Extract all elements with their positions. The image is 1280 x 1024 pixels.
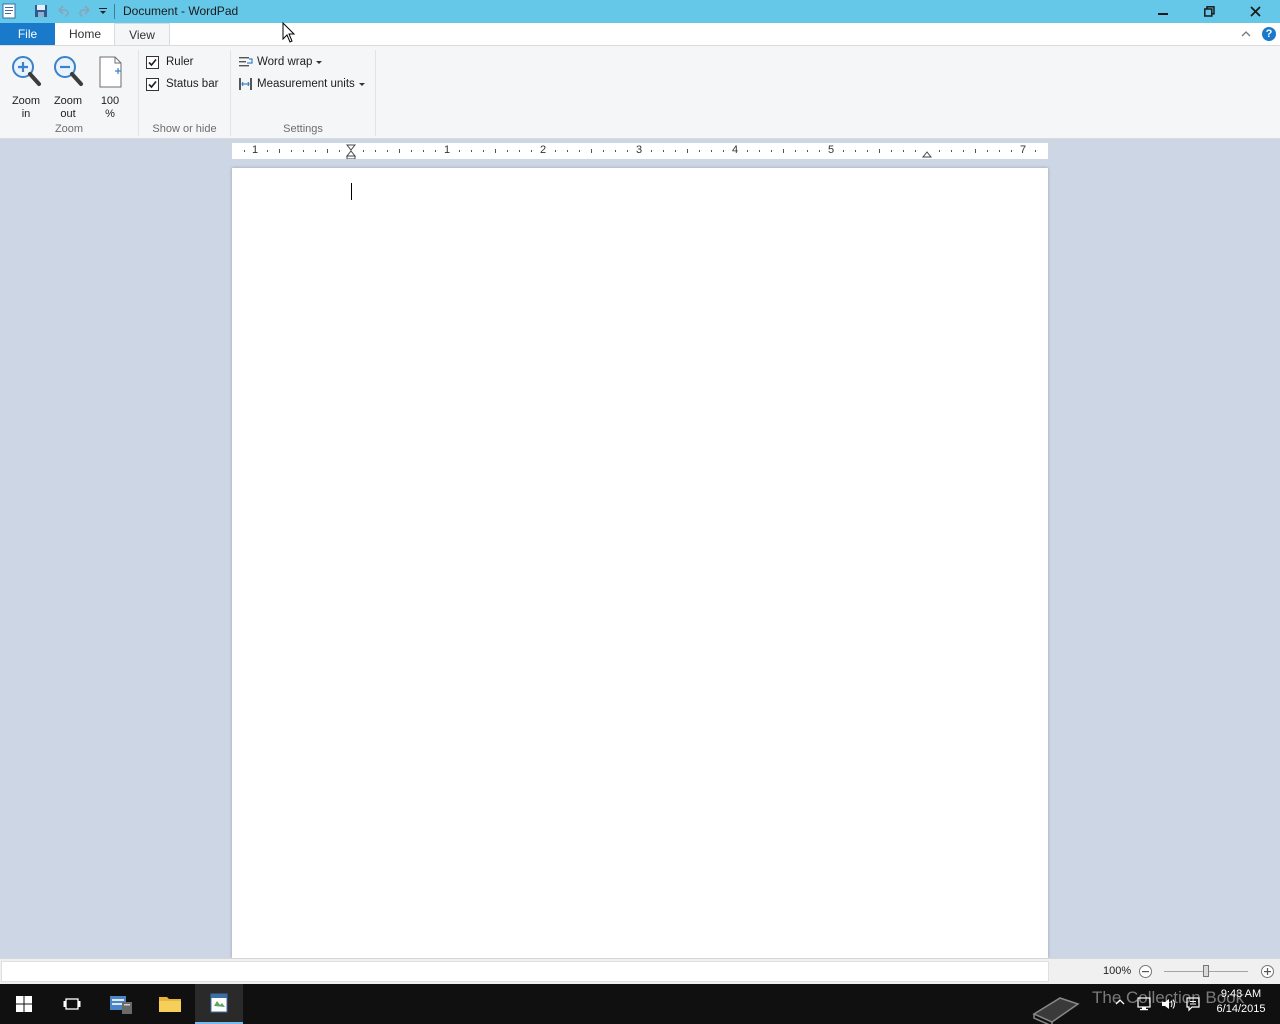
plus-icon (1264, 968, 1271, 975)
taskbar: The Collection Book 9:43 AM 6/14/2015 (0, 984, 1280, 1024)
tab-file[interactable]: File (0, 23, 55, 46)
zoom-in-button[interactable]: Zoom in (6, 52, 46, 120)
wordpad-taskbar-button[interactable] (195, 984, 243, 1024)
checkmark-icon (148, 80, 157, 88)
zoom-100-label-2: % (105, 108, 115, 120)
restore-button[interactable] (1186, 0, 1232, 22)
qat-separator (114, 4, 115, 19)
zoom-out-icon (54, 56, 83, 86)
measurement-units-dropdown[interactable]: Measurement units (238, 75, 365, 93)
ruler-check-box[interactable] (146, 55, 159, 69)
volume-icon[interactable] (1160, 996, 1176, 1012)
show-hide-group-label: Show or hide (152, 123, 217, 135)
zoom-in-label-2: in (21, 108, 31, 120)
ruler-number: 7 (1019, 144, 1027, 156)
zoom-level-text: 100% (1103, 965, 1132, 977)
minimize-icon (1158, 13, 1168, 15)
ribbon-tabs: File Home View ? (0, 23, 1280, 46)
folder-icon (159, 997, 181, 1012)
statusbar-label: Status bar (166, 78, 219, 90)
ruler-number: 1 (443, 144, 451, 156)
minimize-button[interactable] (1140, 0, 1186, 22)
server-manager-icon (110, 996, 132, 1014)
settings-group-label: Settings (283, 123, 323, 135)
zoom-group-label: Zoom (54, 123, 84, 135)
save-icon[interactable] (33, 3, 49, 19)
title-bar: Document - WordPad (0, 0, 1280, 23)
file-explorer-button[interactable] (146, 984, 194, 1024)
book-icon (1032, 997, 1080, 1024)
zoom-out-button[interactable]: Zoom out (48, 52, 88, 120)
chevron-down-icon (316, 60, 323, 64)
left-indent-marker (345, 144, 357, 159)
clock[interactable]: 9:43 AM 6/14/2015 (1214, 987, 1268, 1017)
word-wrap-label: Word wrap (257, 56, 313, 68)
customize-qat-icon[interactable] (95, 3, 111, 19)
zoom-slider-thumb[interactable] (1203, 965, 1209, 977)
help-icon[interactable]: ? (1262, 27, 1276, 41)
word-wrap-icon (239, 57, 253, 67)
ruler[interactable]: 1 1 2 3 4 5 7 (232, 143, 1048, 159)
zoom-in-status-button[interactable] (1261, 965, 1274, 978)
ruler-label: Ruler (166, 56, 194, 68)
status-text-area (1, 961, 1049, 982)
server-manager-button[interactable] (97, 984, 145, 1024)
ruler-number: 3 (635, 144, 643, 156)
task-view-button[interactable] (48, 984, 96, 1024)
windows-logo-icon (16, 996, 32, 1012)
task-view-icon (63, 998, 81, 1010)
window-title: Document - WordPad (123, 4, 239, 18)
tab-view[interactable]: View (114, 23, 170, 46)
network-icon[interactable] (1136, 996, 1152, 1012)
measurement-units-label: Measurement units (257, 78, 355, 90)
zoom-out-status-button[interactable] (1139, 965, 1152, 978)
start-button[interactable] (0, 984, 48, 1024)
ruler-checkbox[interactable]: Ruler (146, 53, 193, 71)
text-caret (351, 183, 352, 200)
statusbar-check-box[interactable] (146, 77, 159, 91)
zoom-100-label-1: 100 (100, 95, 120, 107)
zoom-in-label-1: Zoom (11, 95, 41, 107)
ruler-number: 5 (827, 144, 835, 156)
clock-date: 6/14/2015 (1216, 1003, 1266, 1015)
wordpad-app-icon[interactable] (2, 3, 16, 19)
show-hidden-icons-icon[interactable] (1114, 996, 1130, 1012)
tab-home[interactable]: Home (58, 23, 112, 46)
ruler-number: 2 (539, 144, 547, 156)
status-bar: 100% (0, 958, 1280, 984)
ruler-number: 4 (731, 144, 739, 156)
action-center-icon[interactable] (1185, 996, 1201, 1012)
wordpad-icon (210, 993, 228, 1013)
zoom-out-label-1: Zoom (53, 95, 83, 107)
measurement-units-icon (239, 78, 252, 90)
chevron-down-icon (358, 82, 365, 86)
statusbar-checkbox[interactable]: Status bar (146, 75, 218, 93)
zoom-out-label-2: out (60, 108, 76, 120)
restore-icon (1203, 5, 1215, 17)
clock-time: 9:43 AM (1220, 988, 1262, 1000)
right-indent-marker (921, 151, 933, 158)
undo-icon[interactable] (55, 3, 71, 19)
zoom-in-icon (12, 56, 41, 86)
ruler-number: 1 (251, 144, 259, 156)
redo-icon[interactable] (77, 3, 93, 19)
document-page[interactable] (232, 168, 1048, 958)
page-100-icon (99, 56, 122, 88)
minimize-ribbon-icon[interactable] (1240, 28, 1252, 40)
group-separator (375, 50, 376, 136)
word-wrap-dropdown[interactable]: Word wrap (238, 53, 323, 71)
zoom-100-button[interactable]: 100% (90, 52, 130, 120)
ribbon-panel: Zoom in Zoom out 100% Zoom Ruler Status ba… (0, 45, 1280, 139)
close-button[interactable] (1232, 0, 1278, 22)
checkmark-icon (148, 58, 157, 66)
mouse-pointer-icon (282, 22, 296, 43)
minus-icon (1142, 971, 1149, 973)
close-icon (1249, 5, 1261, 17)
